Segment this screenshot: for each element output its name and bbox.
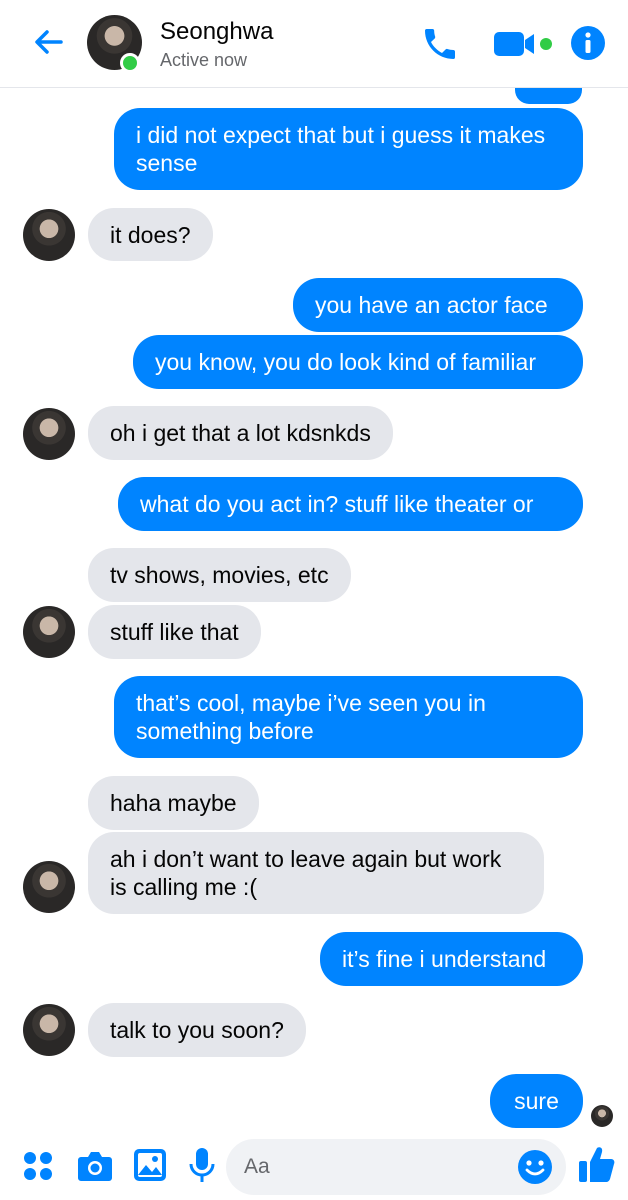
info-icon[interactable]: [569, 24, 607, 62]
gallery-icon[interactable]: [133, 1148, 167, 1182]
message-text: haha maybe: [110, 790, 237, 816]
message-bubble-out[interactable]: you know, you do look kind of familiar: [133, 335, 583, 389]
message-bubble-out[interactable]: you have an actor face: [293, 278, 583, 332]
active-status-dot: [120, 53, 140, 73]
message-text: oh i get that a lot kdsnkds: [110, 420, 371, 446]
message-text: i did not expect that but i guess it mak…: [136, 122, 546, 176]
message-bubble-out[interactable]: that’s cool, maybe i’ve seen you in some…: [114, 676, 583, 758]
composer-bar: [0, 1135, 628, 1200]
back-arrow-icon[interactable]: [28, 22, 68, 62]
contact-avatar[interactable]: [23, 606, 75, 658]
message-bubble-out[interactable]: i did not expect that but i guess it mak…: [114, 108, 583, 190]
message-bubble-in[interactable]: talk to you soon?: [88, 1003, 306, 1057]
message-list[interactable]: i did not expect that but i guess it mak…: [0, 0, 628, 1200]
message-text: sure: [514, 1088, 559, 1114]
message-bubble-in[interactable]: ah i don’t want to leave again but work …: [88, 832, 544, 914]
message-bubble-in[interactable]: stuff like that: [88, 605, 261, 659]
seen-avatar: [591, 1105, 613, 1127]
message-composer[interactable]: [226, 1139, 566, 1195]
message-text: stuff like that: [110, 619, 239, 645]
message-bubble-out[interactable]: it’s fine i understand: [320, 932, 583, 986]
contact-avatar[interactable]: [23, 1004, 75, 1056]
message-text: that’s cool, maybe i’ve seen you in some…: [136, 690, 486, 744]
message-text: you have an actor face: [315, 292, 548, 318]
active-status-text: Active now: [160, 50, 248, 70]
conversation-header: Seonghwa Active now: [0, 0, 628, 88]
message-text: ah i don’t want to leave again but work …: [110, 846, 502, 900]
message-text: tv shows, movies, etc: [110, 562, 329, 588]
message-input[interactable]: [244, 1139, 504, 1195]
message-bubble-in[interactable]: it does?: [88, 208, 213, 261]
emoji-icon[interactable]: [516, 1148, 554, 1186]
microphone-icon[interactable]: [188, 1147, 216, 1185]
message-text: it does?: [110, 221, 191, 248]
message-text: what do you act in? stuff like theater o…: [140, 491, 534, 517]
video-camera-icon[interactable]: [492, 28, 554, 60]
camera-icon[interactable]: [77, 1149, 113, 1183]
contact-avatar[interactable]: [23, 209, 75, 261]
message-bubble-in[interactable]: oh i get that a lot kdsnkds: [88, 406, 393, 460]
message-bubble-out[interactable]: what do you act in? stuff like theater o…: [118, 477, 583, 531]
message-text: talk to you soon?: [110, 1017, 284, 1043]
message-text: it’s fine i understand: [342, 946, 547, 972]
more-apps-icon[interactable]: [22, 1150, 54, 1182]
contact-avatar[interactable]: [23, 408, 75, 460]
contact-avatar[interactable]: [23, 861, 75, 913]
phone-icon[interactable]: [420, 24, 460, 64]
message-bubble-in[interactable]: haha maybe: [88, 776, 259, 830]
message-text: you know, you do look kind of familiar: [155, 349, 536, 375]
message-bubble-in[interactable]: tv shows, movies, etc: [88, 548, 351, 602]
thumbs-up-icon[interactable]: [578, 1144, 616, 1184]
message-bubble-out[interactable]: sure: [490, 1074, 583, 1128]
contact-name[interactable]: Seonghwa: [160, 18, 273, 46]
